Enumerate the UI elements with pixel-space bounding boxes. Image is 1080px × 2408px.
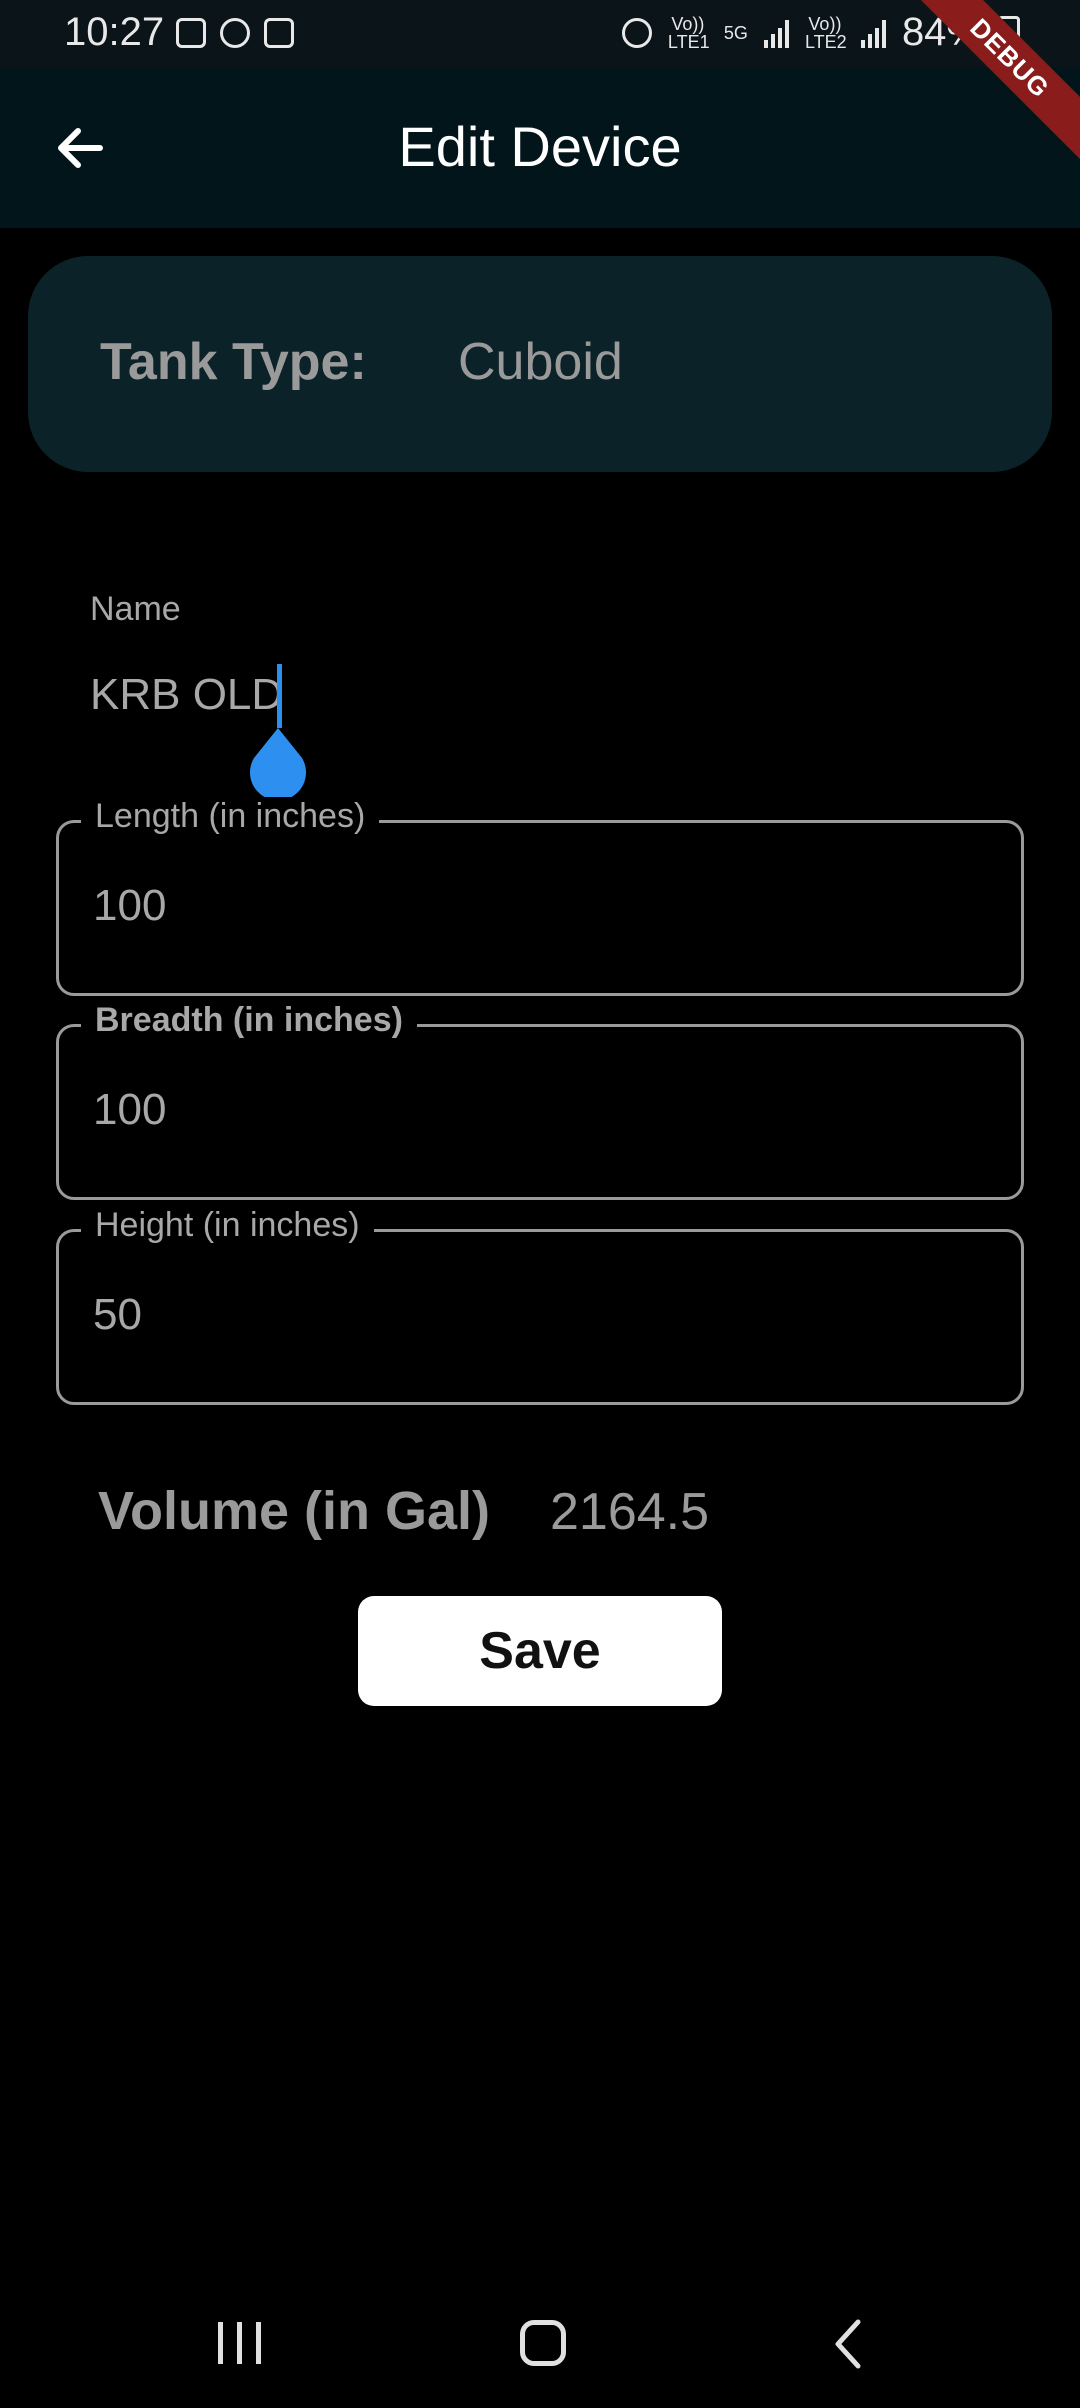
name-input[interactable]: KRB OLD	[90, 670, 283, 720]
height-label: Height (in inches)	[81, 1206, 374, 1245]
cursor-handle-icon[interactable]	[246, 726, 310, 802]
signal-sim2-icon	[860, 18, 886, 48]
status-time: 10:27	[64, 10, 165, 54]
signal-sim1-icon	[763, 18, 789, 48]
volume-value: 2164.5	[550, 1483, 710, 1541]
alarm-icon	[621, 17, 652, 48]
5g-label: 5G	[723, 22, 748, 43]
edit-device-screen: 10:27 Vo)) LTE1 5G Vo)) LTE2 84% Edit De…	[0, 0, 1080, 2408]
tank-type-value: Cuboid	[458, 333, 623, 391]
gallery-notification-icon	[176, 18, 206, 48]
length-input[interactable]: 100	[93, 881, 166, 931]
tank-type-card: Tank Type: Cuboid	[28, 256, 1052, 472]
notification-icons	[176, 18, 294, 48]
tank-type-label: Tank Type:	[100, 333, 367, 391]
breadth-field[interactable]: Breadth (in inches) 100	[56, 1001, 1024, 1200]
sim2-label: Vo)) LTE2	[804, 13, 847, 52]
height-input[interactable]: 50	[93, 1290, 142, 1340]
height-field[interactable]: Height (in inches) 50	[56, 1206, 1024, 1405]
volume-label: Volume (in Gal)	[98, 1481, 491, 1541]
name-field-label: Name	[90, 590, 181, 628]
recents-button[interactable]	[218, 2322, 261, 2364]
text-cursor	[277, 664, 282, 728]
breadth-label: Breadth (in inches)	[81, 1001, 417, 1040]
home-button[interactable]	[520, 2320, 566, 2366]
system-nav-bar	[0, 2290, 1080, 2408]
status-bar: 10:27 Vo)) LTE1 5G Vo)) LTE2 84%	[0, 0, 1080, 68]
sync-notification-icon	[220, 18, 250, 48]
length-label: Length (in inches)	[81, 797, 380, 836]
save-button[interactable]: Save	[358, 1596, 722, 1706]
page-title: Edit Device	[398, 115, 682, 178]
system-back-icon[interactable]	[830, 2316, 866, 2372]
breadth-input[interactable]: 100	[93, 1085, 166, 1135]
length-field[interactable]: Length (in inches) 100	[56, 797, 1024, 996]
app-bar: Edit Device	[0, 68, 1080, 228]
sim1-label: Vo)) LTE1	[667, 13, 710, 52]
app-notification-icon	[264, 18, 294, 48]
